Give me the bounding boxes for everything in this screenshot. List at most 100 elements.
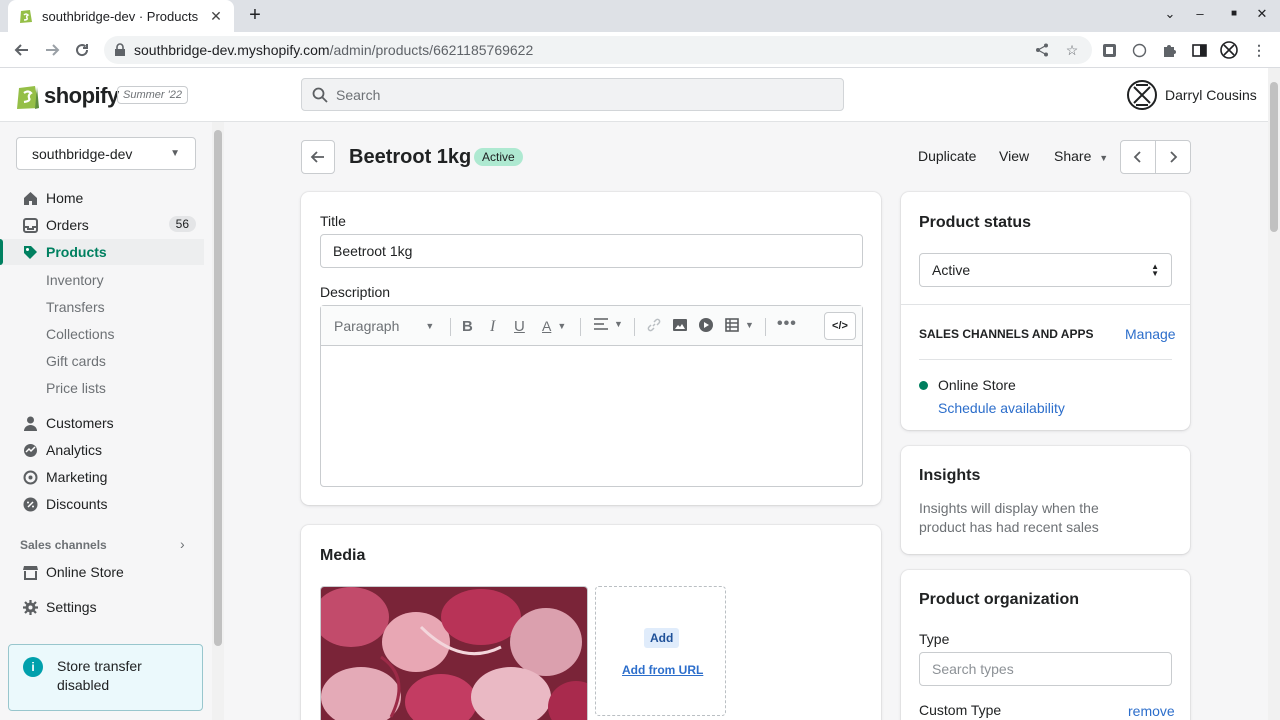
more-icon[interactable]: •••: [777, 315, 797, 333]
product-image[interactable]: [320, 586, 588, 720]
search-input[interactable]: Search: [301, 78, 844, 111]
share-button[interactable]: Share ▼: [1054, 148, 1108, 164]
insights-text: Insights will display when the product h…: [919, 500, 1099, 535]
media-dropzone[interactable]: Add Add from URL: [595, 586, 726, 716]
back-button[interactable]: [301, 140, 335, 174]
sidebar-item-label: Online Store: [46, 564, 124, 580]
minimize-icon[interactable]: –: [1190, 6, 1210, 21]
tab-search-icon[interactable]: ⌄: [1160, 6, 1180, 22]
analytics-icon: [22, 442, 38, 458]
previous-product-button[interactable]: [1121, 141, 1156, 173]
chevron-left-icon: [1133, 151, 1141, 163]
puzzle-icon[interactable]: [1160, 41, 1178, 59]
sidebar-item-products[interactable]: Products: [0, 239, 204, 265]
editor-toolbar: Paragraph ▼ B I U A ▼ ▼ ▼ ••• </>: [321, 306, 862, 346]
orders-count-badge: 56: [168, 216, 196, 232]
sidebar-scrollbar[interactable]: [212, 122, 224, 720]
close-window-icon[interactable]: ✕: [1252, 6, 1272, 22]
view-button[interactable]: View: [999, 148, 1029, 164]
browser-menu-icon[interactable]: ⋮: [1250, 41, 1268, 59]
reload-icon[interactable]: [72, 40, 92, 60]
page-scrollbar-thumb[interactable]: [1270, 82, 1278, 232]
sidebar-item-home[interactable]: Home: [0, 185, 204, 211]
shopify-favicon-icon: [18, 8, 34, 24]
banner-text: Store transfer disabled: [57, 658, 142, 693]
sidebar-item-marketing[interactable]: Marketing: [0, 464, 204, 490]
url-field[interactable]: southbridge-dev.myshopify.com/admin/prod…: [104, 36, 1092, 64]
sidebar-item-analytics[interactable]: Analytics: [0, 437, 204, 463]
table-icon[interactable]: ▼: [725, 318, 754, 332]
add-from-url-link[interactable]: Add from URL: [622, 663, 703, 677]
sidebar-sub-price-lists[interactable]: Price lists: [46, 380, 106, 396]
next-product-button[interactable]: [1156, 141, 1190, 173]
text-color-icon[interactable]: A ▼: [542, 318, 566, 334]
duplicate-button[interactable]: Duplicate: [918, 148, 976, 164]
manage-link[interactable]: Manage: [1125, 326, 1176, 342]
forward-arrow-icon[interactable]: [42, 40, 62, 60]
browser-tab[interactable]: southbridge-dev · Products ✕: [8, 0, 234, 32]
sidebar-sub-transfers[interactable]: Transfers: [46, 299, 105, 315]
user-menu[interactable]: Darryl Cousins: [1126, 79, 1257, 111]
browser-tab-bar: southbridge-dev · Products ✕ + ⌄ – ■ ✕: [0, 0, 1280, 32]
title-field[interactable]: Beetroot 1kg: [320, 234, 863, 268]
tag-icon: [22, 244, 38, 260]
user-avatar-icon: [1127, 80, 1157, 110]
video-icon[interactable]: [699, 318, 713, 332]
back-arrow-icon[interactable]: [12, 40, 32, 60]
sidebar-sub-inventory[interactable]: Inventory: [46, 272, 104, 288]
bold-icon[interactable]: B: [462, 318, 473, 335]
chevron-right-icon: [1170, 151, 1178, 163]
store-name: southbridge-dev: [32, 145, 133, 162]
marketing-icon: [22, 469, 38, 485]
sidebar-item-orders[interactable]: Orders 56: [0, 212, 204, 238]
sales-channels-heading: Sales channels: [20, 538, 107, 552]
select-arrows-icon: ▲ ▼: [1151, 262, 1159, 278]
sidebar-scrollbar-thumb[interactable]: [214, 130, 222, 646]
description-editor[interactable]: Paragraph ▼ B I U A ▼ ▼ ▼ ••• </>: [320, 305, 863, 487]
divider: [901, 304, 1190, 305]
store-transfer-banner: i Store transfer disabled: [8, 644, 203, 711]
store-selector[interactable]: southbridge-dev ▼: [16, 137, 196, 170]
title-label: Title: [320, 213, 346, 229]
sidebar-item-discounts[interactable]: Discounts: [0, 491, 204, 517]
gear-icon: [22, 599, 38, 615]
extension-square-icon[interactable]: [1100, 41, 1118, 59]
sidebar-sub-gift-cards[interactable]: Gift cards: [46, 353, 106, 369]
share-icon[interactable]: [1033, 41, 1051, 59]
chevron-right-icon[interactable]: ›: [180, 536, 185, 552]
image-icon[interactable]: [673, 318, 687, 332]
code-view-icon[interactable]: </>: [824, 312, 856, 340]
sidebar-item-label: Marketing: [46, 469, 108, 485]
share-label: Share: [1054, 148, 1092, 164]
paragraph-select[interactable]: Paragraph ▼: [334, 318, 434, 334]
type-placeholder: Search types: [932, 661, 1014, 677]
paragraph-label: Paragraph: [334, 318, 400, 334]
close-tab-icon[interactable]: ✕: [208, 8, 224, 25]
add-media-button[interactable]: Add: [644, 628, 680, 648]
extension-circle-icon[interactable]: [1130, 41, 1148, 59]
sidebar-item-settings[interactable]: Settings: [0, 594, 204, 620]
page-scrollbar[interactable]: [1268, 68, 1280, 720]
link-icon[interactable]: [647, 318, 661, 332]
sidebar-item-online-store[interactable]: Online Store: [0, 559, 204, 585]
schedule-availability-link[interactable]: Schedule availability: [938, 400, 1065, 416]
align-icon[interactable]: ▼: [594, 318, 623, 330]
sidebar-item-customers[interactable]: Customers: [0, 410, 204, 436]
logo-text: shopify: [44, 83, 119, 108]
profile-avatar-icon[interactable]: [1220, 41, 1238, 59]
main-content: Beetroot 1kg Active Duplicate View Share…: [224, 122, 1268, 720]
sidebar-sub-collections[interactable]: Collections: [46, 326, 114, 342]
bookmark-star-icon[interactable]: ☆: [1063, 41, 1081, 59]
product-organization-card: Product organization Type Search types C…: [901, 570, 1190, 720]
side-panel-icon[interactable]: [1190, 41, 1208, 59]
product-status-select[interactable]: Active ▲ ▼: [919, 253, 1172, 287]
new-tab-button[interactable]: +: [244, 5, 266, 27]
remove-link[interactable]: remove: [1128, 703, 1175, 719]
type-search-input[interactable]: Search types: [919, 652, 1172, 686]
italic-icon[interactable]: I: [490, 318, 495, 336]
shopify-logo[interactable]: shopify: [16, 82, 119, 110]
channel-name: Online Store: [938, 377, 1016, 393]
underline-icon[interactable]: U: [514, 318, 525, 335]
sidebar-item-label: Analytics: [46, 442, 103, 458]
maximize-icon[interactable]: ■: [1224, 8, 1244, 19]
